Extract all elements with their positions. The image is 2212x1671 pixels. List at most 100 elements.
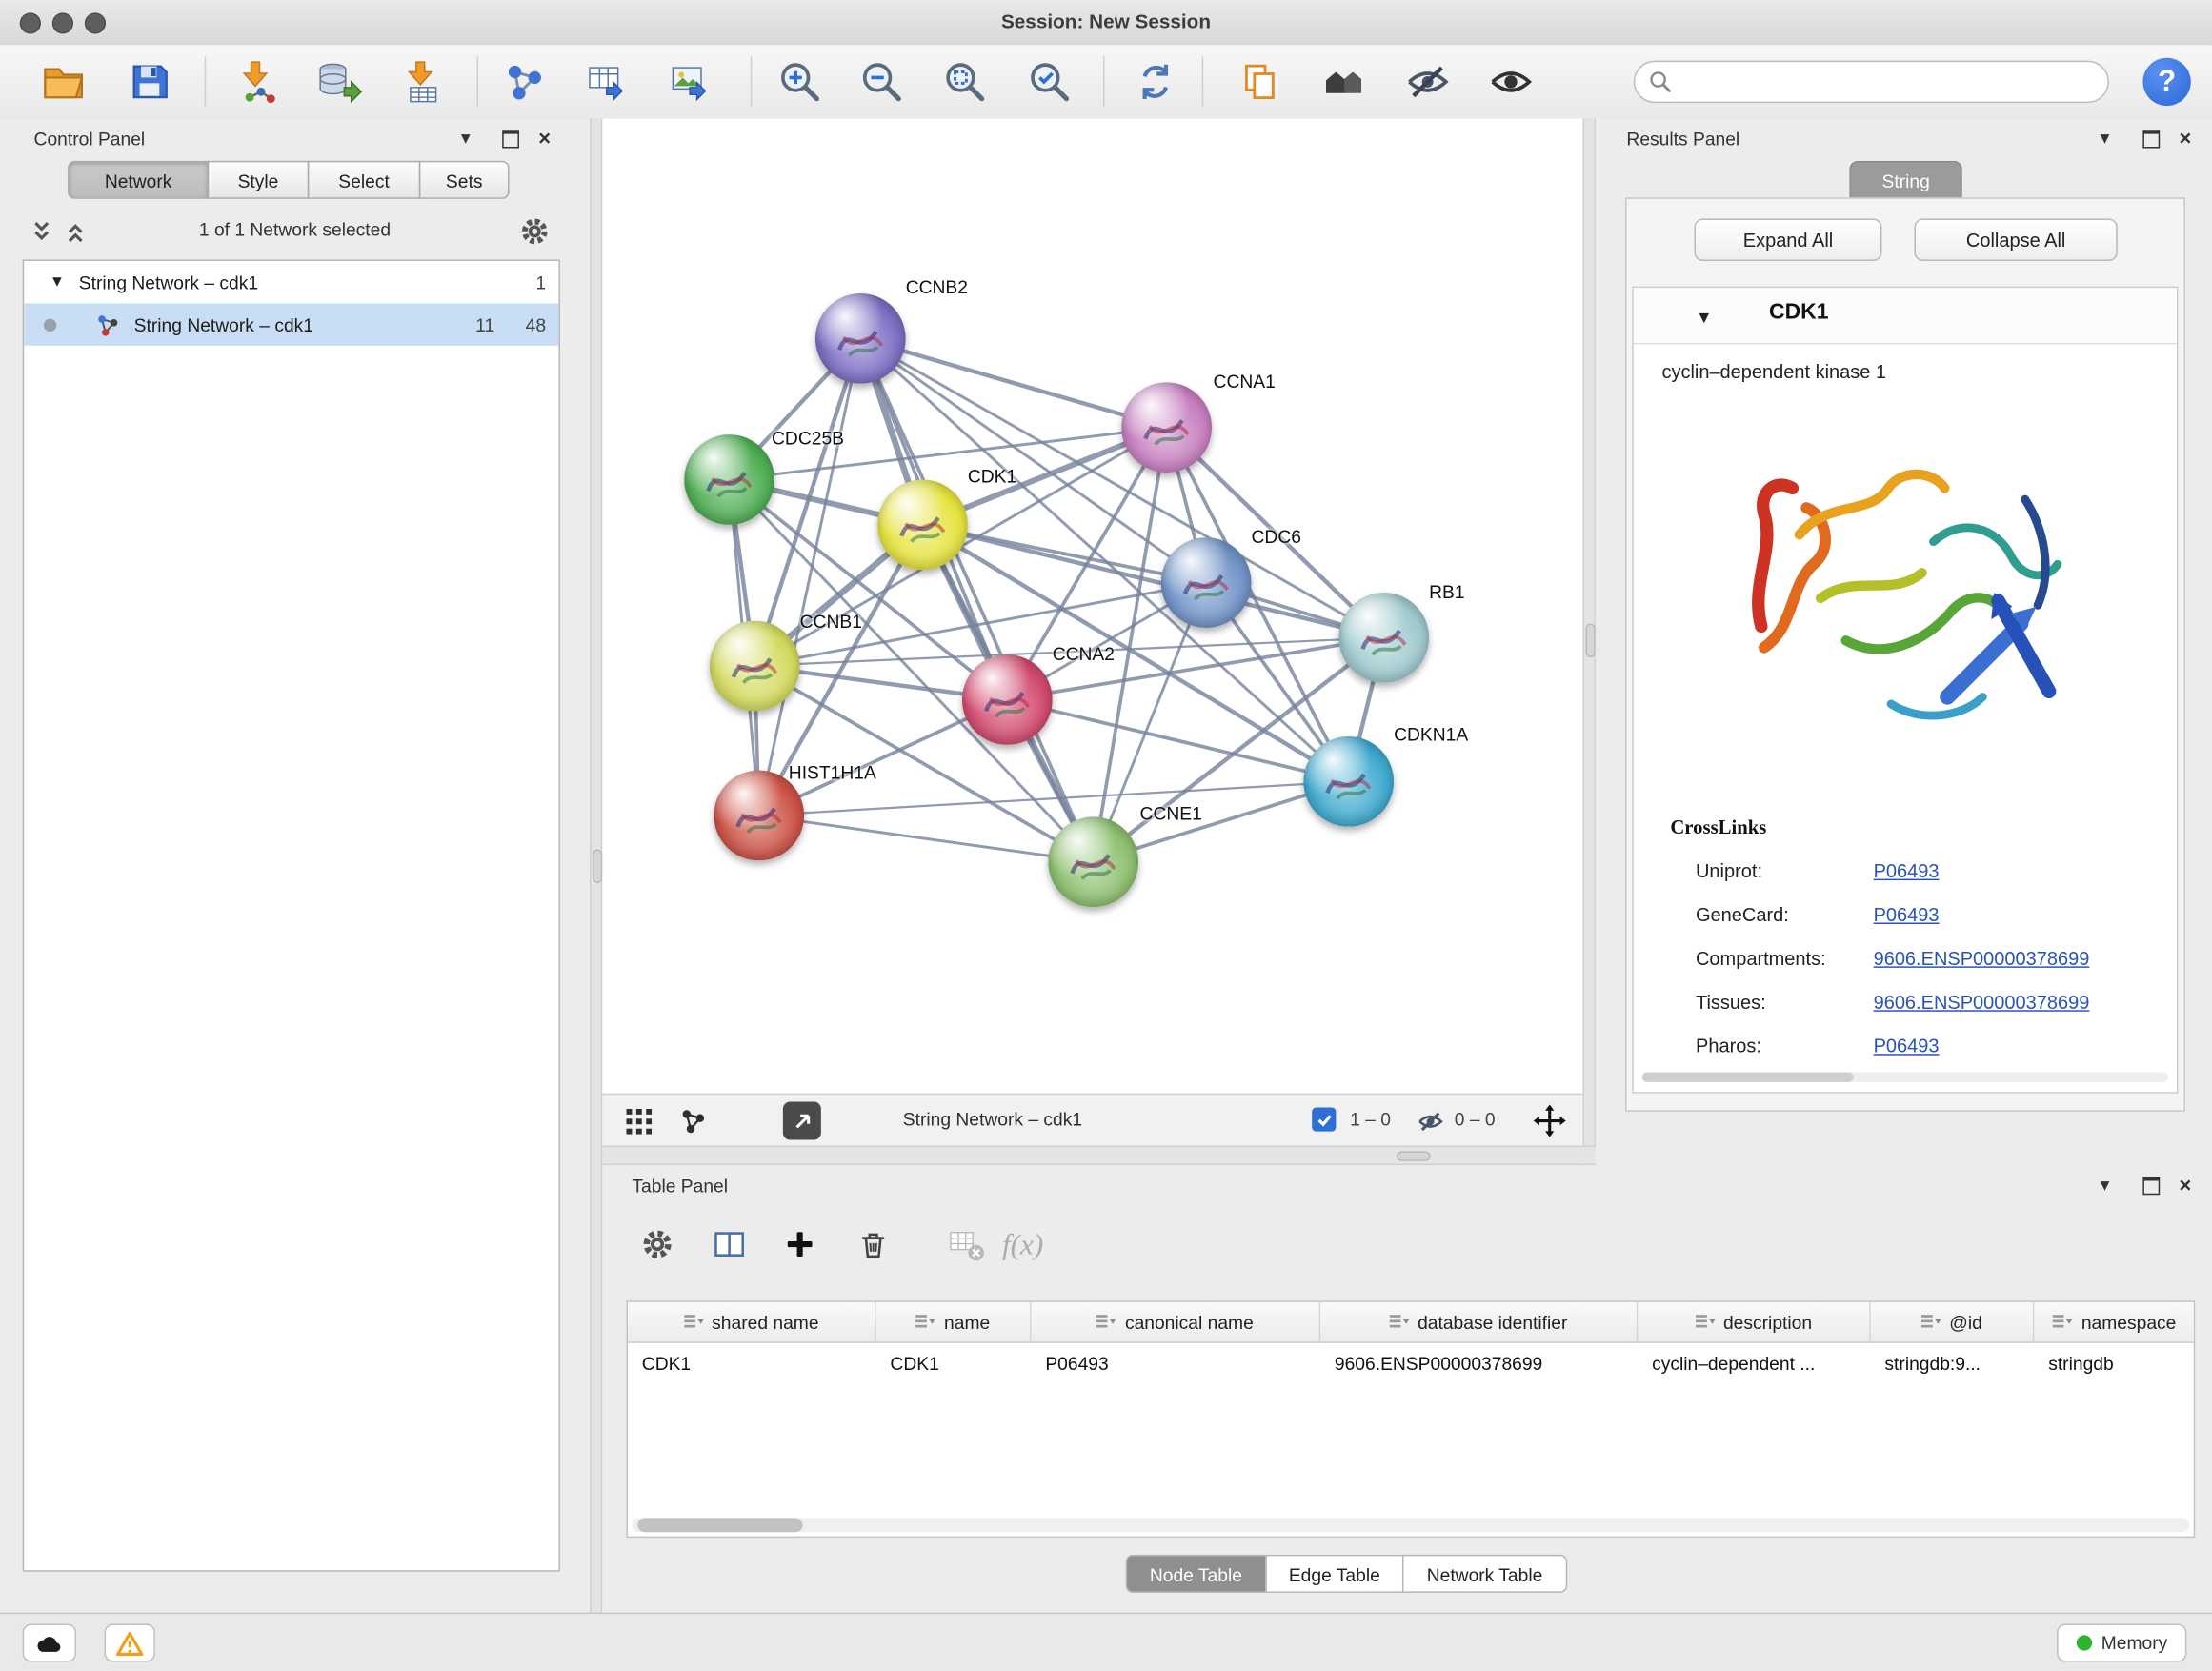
tab-style[interactable]: Style [208,161,310,199]
splitter-handle[interactable] [1397,1151,1431,1160]
collapse-entry-icon[interactable]: ▼ [1696,308,1713,328]
save-session-button[interactable] [121,53,177,110]
search-box[interactable] [1634,61,2109,103]
network-node-cdc6[interactable] [1161,537,1252,628]
column-header-name[interactable]: name [876,1302,1032,1341]
collapse-panel-icon[interactable]: ▾ [452,127,478,150]
network-node-ccnb1[interactable] [710,621,800,712]
expand-arrow-icon[interactable]: ▼ [50,273,65,291]
close-panel-icon[interactable]: × [2173,1174,2199,1197]
fit-content-button[interactable] [936,53,993,110]
zoom-out-button[interactable] [854,53,910,110]
tab-network[interactable]: Network [68,161,209,199]
sort-column-icon[interactable] [915,1314,935,1331]
float-panel-icon[interactable] [498,127,524,150]
gear-icon[interactable] [519,216,551,248]
column-header-shared-name[interactable]: shared name [628,1302,876,1341]
table-cell[interactable]: CDK1 [876,1352,1032,1373]
tree-item[interactable]: ▼String Network – cdk11 [24,261,558,303]
sort-column-icon[interactable] [2053,1314,2073,1331]
tree-item[interactable]: String Network – cdk11148 [24,303,558,345]
tab-select[interactable]: Select [308,161,420,199]
network-node-hist1h1a[interactable] [714,771,804,861]
show-hidden-button[interactable] [1482,53,1538,110]
collapse-panel-icon[interactable]: ▾ [2092,127,2118,150]
crosslink-link[interactable]: 9606.ENSP00000378699 [1874,948,2090,969]
table-cell[interactable]: P06493 [1032,1352,1321,1373]
import-network-file-button[interactable] [230,53,286,110]
delete-column-button[interactable] [848,1218,898,1269]
selected-checkbox[interactable] [1312,1107,1336,1131]
tab-node-table[interactable]: Node Table [1126,1555,1266,1593]
network-node-ccna1[interactable] [1121,382,1212,473]
show-columns-button[interactable] [704,1218,754,1269]
sort-column-icon[interactable] [1921,1314,1941,1331]
column-header-canonical-name[interactable]: canonical name [1032,1302,1321,1341]
table-cell[interactable]: stringdb [2034,1352,2195,1373]
network-node-ccnb2[interactable] [815,293,906,384]
network-node-ccna2[interactable] [962,654,1053,745]
network-node-cdk1[interactable] [877,479,968,570]
card-scrollbar[interactable] [1642,1072,2168,1081]
gene-card-header[interactable]: ▼ CDK1 [1634,288,2177,344]
import-network-database-button[interactable] [311,53,367,110]
float-panel-icon[interactable] [2139,127,2164,150]
column-header-description[interactable]: description [1638,1302,1870,1341]
search-input[interactable] [1680,70,2108,93]
column-header--id[interactable]: @id [1871,1302,2035,1341]
close-panel-icon[interactable]: × [532,127,557,150]
splitter-handle[interactable] [593,849,602,883]
network-node-ccne1[interactable] [1048,816,1138,907]
create-column-button[interactable] [774,1218,825,1269]
apply-layout-button[interactable] [1127,53,1183,110]
column-header-namespace[interactable]: namespace [2034,1302,2195,1341]
network-view[interactable]: CCNB2 CCNA1 CDC25B CDK1 CDC6 RB1 CCNB1 C… [602,118,1582,1145]
show-all-button[interactable] [1317,53,1373,110]
tab-string[interactable]: String [1849,161,1961,200]
tab-sets[interactable]: Sets [419,161,510,199]
table-horizontal-scrollbar[interactable] [632,1518,2189,1532]
network-node-rb1[interactable] [1338,593,1429,683]
vertical-splitter-right[interactable] [1583,118,1596,1165]
new-network-button[interactable] [496,53,553,110]
close-panel-icon[interactable]: × [2173,127,2199,150]
cloud-button[interactable] [23,1623,76,1661]
sort-column-icon[interactable] [1695,1314,1715,1331]
open-session-button[interactable] [35,53,91,110]
splitter-handle[interactable] [1585,624,1595,658]
hide-selected-button[interactable] [1399,53,1456,110]
zoom-in-button[interactable] [772,53,828,110]
sort-column-icon[interactable] [1096,1314,1116,1331]
tab-network-table[interactable]: Network Table [1403,1555,1567,1593]
table-settings-button[interactable] [632,1218,682,1269]
birds-eye-view-button[interactable] [783,1102,821,1140]
copy-document-button[interactable] [1232,53,1288,110]
collapse-panel-icon[interactable]: ▾ [2092,1174,2118,1197]
sort-column-icon[interactable] [684,1314,704,1331]
export-table-button[interactable] [578,53,634,110]
sort-column-icon[interactable] [1389,1314,1409,1331]
table-row[interactable]: CDK1CDK1P064939606.ENSP00000378699cyclin… [628,1343,2194,1382]
table-cell[interactable]: cyclin–dependent ... [1638,1352,1870,1373]
clear-table-button[interactable] [941,1218,992,1269]
crosslink-link[interactable]: P06493 [1874,860,1940,881]
memory-button[interactable]: Memory [2057,1623,2186,1661]
table-cell[interactable]: 9606.ENSP00000378699 [1320,1352,1638,1373]
tab-edge-table[interactable]: Edge Table [1265,1555,1404,1593]
vertical-splitter-left[interactable] [590,118,602,1612]
table-cell[interactable]: stringdb:9... [1871,1352,2035,1373]
float-panel-icon[interactable] [2139,1174,2164,1197]
move-crosshair-icon[interactable] [1534,1105,1566,1137]
function-builder-button[interactable]: f(x) [997,1218,1048,1269]
export-image-button[interactable] [662,53,718,110]
warnings-button[interactable] [105,1623,155,1661]
table-cell[interactable]: CDK1 [628,1352,876,1373]
zoom-selected-button[interactable] [1021,53,1077,110]
network-list-icon[interactable] [680,1107,707,1134]
crosslink-link[interactable]: P06493 [1874,904,1940,925]
collapse-all-button[interactable]: Collapse All [1915,219,2118,261]
import-table-button[interactable] [395,53,452,110]
crosslink-link[interactable]: 9606.ENSP00000378699 [1874,992,2090,1013]
expand-all-button[interactable]: Expand All [1695,219,1882,261]
grid-view-icon[interactable] [627,1109,653,1135]
